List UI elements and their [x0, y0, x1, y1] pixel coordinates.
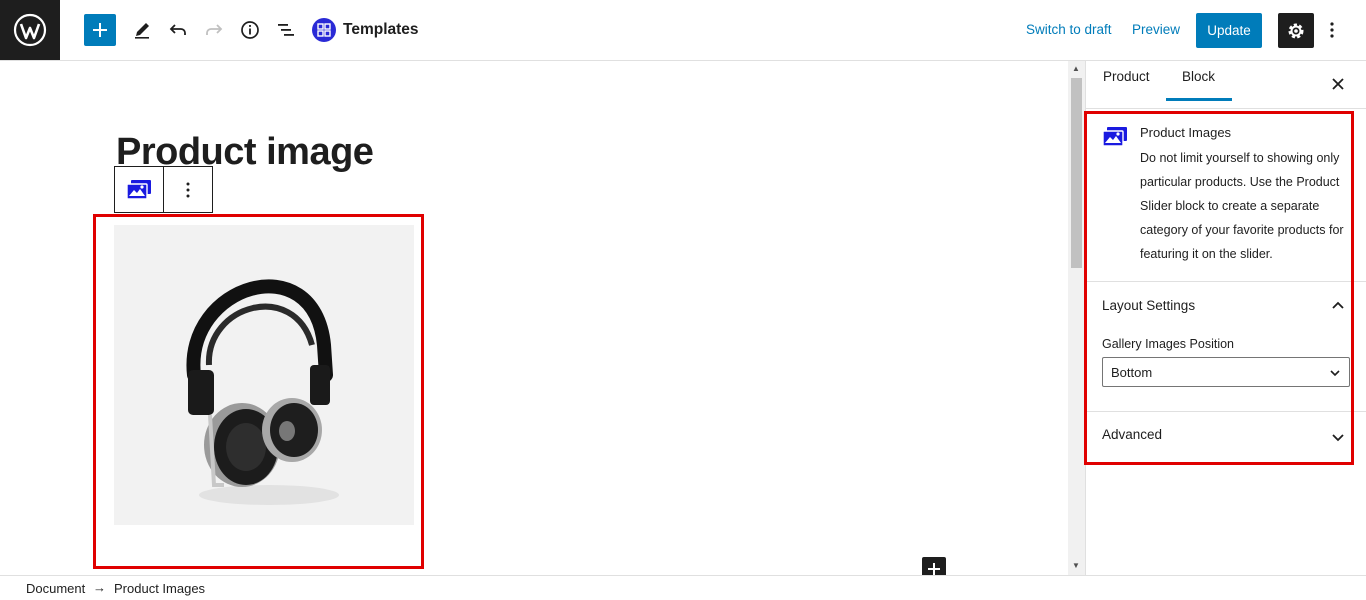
undo-icon: [169, 24, 186, 35]
redo-button[interactable]: [198, 14, 230, 46]
close-icon: [1332, 78, 1344, 90]
product-image[interactable]: [114, 225, 414, 525]
scrollbar-thumb[interactable]: [1071, 78, 1082, 268]
wordpress-logo-button[interactable]: [0, 0, 60, 60]
document-title[interactable]: Templates: [312, 18, 419, 42]
preview-button[interactable]: Preview: [1132, 22, 1180, 37]
block-toolbar: [114, 166, 213, 213]
scroll-down-arrow-icon[interactable]: ▼: [1072, 561, 1080, 570]
switch-to-draft-button[interactable]: Switch to draft: [1026, 22, 1112, 37]
undo-button[interactable]: [162, 14, 194, 46]
templates-icon: [312, 18, 336, 42]
document-title-label: Templates: [343, 21, 419, 38]
tools-button[interactable]: [126, 14, 158, 46]
more-vertical-icon: [1330, 22, 1334, 38]
list-view-button[interactable]: [270, 14, 302, 46]
sidebar-tabs: Product Block: [1086, 61, 1366, 109]
redo-icon: [206, 24, 223, 35]
add-block-button[interactable]: [84, 14, 116, 46]
options-button[interactable]: [1322, 14, 1342, 46]
tab-block[interactable]: Block: [1182, 69, 1215, 84]
editor-canvas: Product image: [0, 61, 1070, 575]
highlight-box-sidebar: [1084, 111, 1354, 465]
tab-product[interactable]: Product: [1103, 69, 1150, 84]
plus-icon: [928, 563, 940, 575]
more-vertical-icon: [186, 182, 190, 197]
breadcrumb: Document → Product Images: [0, 575, 1366, 600]
block-inserter-button[interactable]: [922, 557, 946, 575]
details-button[interactable]: [234, 14, 266, 46]
headphones-image: [186, 279, 339, 505]
canvas-scrollbar[interactable]: ▲ ▼: [1068, 61, 1085, 575]
gear-icon: [1288, 23, 1304, 38]
pencil-icon: [135, 23, 149, 39]
scroll-up-arrow-icon[interactable]: ▲: [1072, 64, 1080, 73]
breadcrumb-document[interactable]: Document: [26, 581, 85, 596]
wordpress-icon: [13, 13, 47, 47]
block-type-button[interactable]: [115, 167, 164, 212]
block-options-button[interactable]: [164, 167, 212, 212]
update-button[interactable]: Update: [1196, 13, 1262, 48]
editor-header: Templates Switch to draft Preview Update: [0, 0, 1366, 61]
active-tab-indicator: [1166, 98, 1232, 101]
breadcrumb-product-images[interactable]: Product Images: [114, 581, 205, 596]
list-view-icon: [278, 24, 294, 36]
plus-icon: [93, 23, 107, 37]
product-images-icon: [126, 179, 151, 200]
breadcrumb-separator: →: [93, 580, 106, 595]
info-icon: [241, 21, 259, 39]
close-sidebar-button[interactable]: [1329, 75, 1347, 93]
settings-button[interactable]: [1278, 13, 1314, 48]
